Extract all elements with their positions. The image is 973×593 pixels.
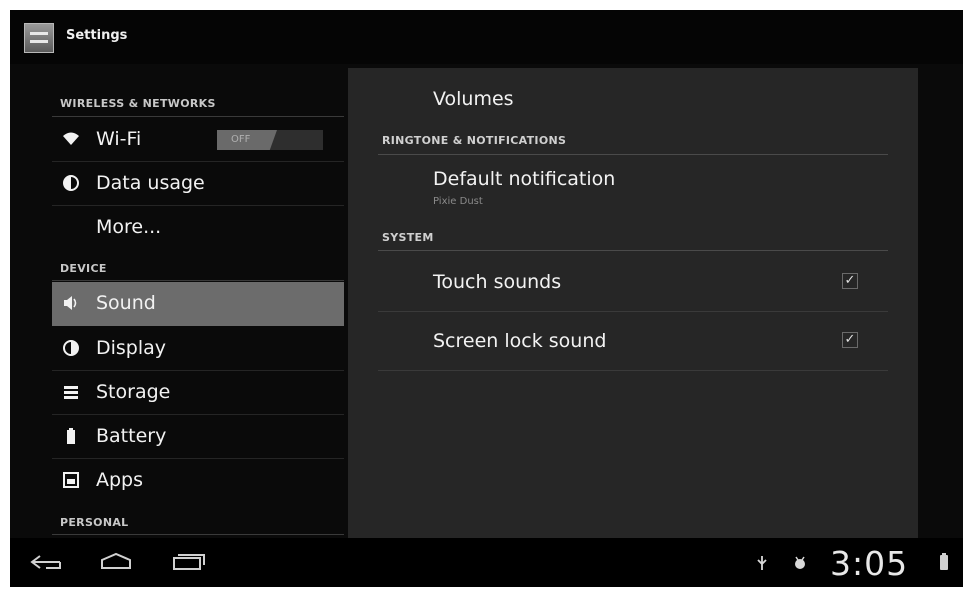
list-item-display[interactable]: Display [52,327,344,371]
row-divider [378,370,888,371]
usb-icon[interactable] [754,554,770,572]
home-icon[interactable] [96,550,136,574]
recent-apps-icon[interactable] [168,550,208,574]
storage-icon [62,383,80,401]
screen-lock-sound-checkbox[interactable]: ✓ [842,332,858,348]
check-icon: ✓ [844,332,856,347]
apps-icon [62,471,80,489]
back-icon[interactable] [26,550,66,574]
section-divider [52,534,344,535]
battery-icon [62,427,80,445]
list-item-label: Wi-Fi [96,128,142,150]
ringtone-notifications-header: RINGTONE & NOTIFICATIONS [382,134,567,147]
settings-icon[interactable] [24,23,54,53]
settings-category-list: WIRELESS & NETWORKS Wi-Fi OFF Data usage… [10,64,348,538]
list-item-battery[interactable]: Battery [52,415,344,459]
display-icon [62,339,80,357]
section-header-personal: PERSONAL [60,516,129,529]
wifi-toggle-state: OFF [217,130,277,150]
list-item-data-usage[interactable]: Data usage [52,162,344,206]
system-header: SYSTEM [382,231,434,244]
wifi-icon [62,130,80,148]
list-item-label: Data usage [96,172,205,194]
touch-sounds-row[interactable]: Touch sounds ✓ [378,253,888,311]
volumes-title: Volumes [433,88,514,110]
screen-lock-sound-row[interactable]: Screen lock sound ✓ [378,312,888,370]
list-item-wifi[interactable]: Wi-Fi OFF [52,118,344,162]
sound-settings-pane: Volumes RINGTONE & NOTIFICATIONS Default… [348,68,918,538]
screen-lock-sound-title: Screen lock sound [433,330,607,352]
tablet-screen: Settings WIRELESS & NETWORKS Wi-Fi OFF D… [10,10,963,587]
section-divider [52,116,344,117]
list-item-label: Apps [96,469,144,491]
clock[interactable]: 3:05 [830,544,908,583]
section-divider [378,154,888,155]
section-header-wireless: WIRELESS & NETWORKS [60,97,216,110]
default-notification-summary: Pixie Dust [433,196,483,207]
default-notification-row[interactable]: Default notification Pixie Dust [378,156,888,218]
volumes-row[interactable]: Volumes [378,68,888,128]
list-item-label: Storage [96,381,171,403]
section-header-device: DEVICE [60,262,107,275]
section-divider [378,250,888,251]
check-icon: ✓ [844,273,856,288]
usb-debugging-icon[interactable] [792,554,808,572]
list-item-storage[interactable]: Storage [52,371,344,415]
default-notification-title: Default notification [433,168,616,190]
list-item-more[interactable]: More... [52,206,344,250]
list-item-label: Sound [96,292,156,314]
list-item-apps[interactable]: Apps [52,459,344,503]
touch-sounds-checkbox[interactable]: ✓ [842,273,858,289]
action-bar: Settings [10,10,963,64]
touch-sounds-title: Touch sounds [433,271,562,293]
system-bar: 3:05 [10,538,963,587]
list-item-label: More... [96,216,162,238]
list-item-sound[interactable]: Sound [52,282,344,326]
battery-status-icon[interactable] [940,553,948,570]
list-item-label: Battery [96,425,167,447]
sound-icon [62,294,80,312]
section-divider [52,280,344,281]
list-item-label: Display [96,337,167,359]
app-title: Settings [66,28,128,43]
wifi-toggle[interactable]: OFF [217,130,323,150]
data-usage-icon [62,174,80,192]
